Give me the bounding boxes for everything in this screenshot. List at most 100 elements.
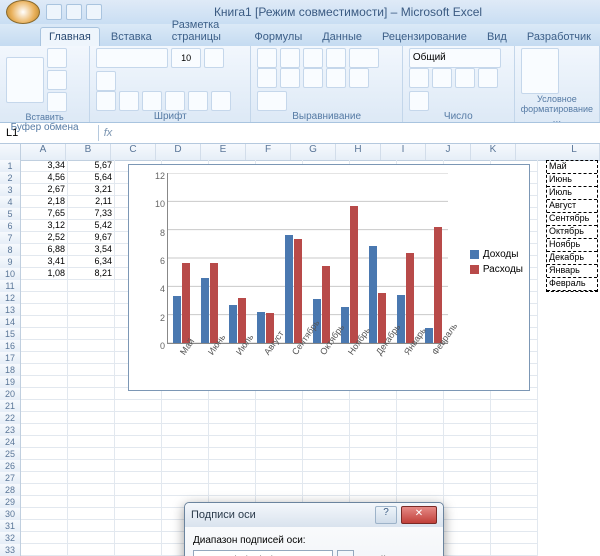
cell[interactable]	[115, 448, 162, 460]
cell[interactable]	[491, 544, 538, 556]
cell[interactable]	[397, 436, 444, 448]
cell[interactable]	[21, 484, 68, 496]
cell[interactable]	[21, 316, 68, 328]
cell[interactable]	[303, 448, 350, 460]
cell[interactable]	[21, 340, 68, 352]
cell[interactable]	[444, 472, 491, 484]
cell[interactable]	[115, 460, 162, 472]
indent-inc-icon[interactable]	[349, 68, 369, 88]
comma-icon[interactable]	[455, 68, 475, 88]
range-cell[interactable]: Август	[547, 200, 597, 213]
percent-icon[interactable]	[432, 68, 452, 88]
cell[interactable]	[397, 472, 444, 484]
cell[interactable]	[21, 472, 68, 484]
cell[interactable]	[256, 448, 303, 460]
cell[interactable]	[68, 544, 115, 556]
cell[interactable]	[256, 472, 303, 484]
named-range-selection[interactable]: МайИюньИюльАвгустСентябрьОктябрьНоябрьДе…	[546, 160, 598, 292]
cell[interactable]	[68, 484, 115, 496]
col-header[interactable]: F	[246, 144, 291, 160]
fx-icon[interactable]: fx	[99, 127, 117, 139]
range-cell[interactable]: Январь	[547, 265, 597, 278]
redo-icon[interactable]	[86, 4, 102, 20]
font-family-select[interactable]	[96, 48, 168, 68]
cell[interactable]	[256, 412, 303, 424]
bold-icon[interactable]	[96, 91, 116, 111]
cell[interactable]: 3,21	[68, 184, 115, 196]
indent-dec-icon[interactable]	[326, 68, 346, 88]
merge-icon[interactable]	[257, 91, 287, 111]
cell[interactable]	[115, 400, 162, 412]
tab-data[interactable]: Данные	[313, 27, 371, 46]
cell[interactable]	[303, 472, 350, 484]
cell[interactable]	[115, 472, 162, 484]
cell[interactable]	[162, 472, 209, 484]
cell[interactable]: 4,56	[21, 172, 68, 184]
cell[interactable]	[303, 400, 350, 412]
cell[interactable]	[21, 400, 68, 412]
tab-home[interactable]: Главная	[40, 27, 100, 46]
cell[interactable]: 7,65	[21, 208, 68, 220]
cell[interactable]	[68, 496, 115, 508]
cell[interactable]	[491, 484, 538, 496]
cell[interactable]: 5,64	[68, 172, 115, 184]
cell[interactable]	[115, 532, 162, 544]
worksheet[interactable]: ABCDEFGHIJK L 13,345,6724,565,6432,673,2…	[0, 144, 600, 556]
cell[interactable]	[209, 400, 256, 412]
cell[interactable]	[303, 412, 350, 424]
cell[interactable]	[68, 328, 115, 340]
undo-icon[interactable]	[66, 4, 82, 20]
cell[interactable]	[162, 400, 209, 412]
cell[interactable]	[256, 424, 303, 436]
col-header[interactable]: A	[21, 144, 66, 160]
cut-icon[interactable]	[47, 48, 67, 68]
col-header[interactable]: C	[111, 144, 156, 160]
cell[interactable]: 2,52	[21, 232, 68, 244]
save-icon[interactable]	[46, 4, 62, 20]
cell[interactable]	[209, 436, 256, 448]
cell[interactable]	[256, 460, 303, 472]
col-header[interactable]: I	[381, 144, 426, 160]
cell[interactable]	[303, 424, 350, 436]
cell[interactable]	[21, 412, 68, 424]
axis-range-input[interactable]	[193, 550, 333, 556]
cell[interactable]	[209, 424, 256, 436]
border-icon[interactable]	[165, 91, 185, 111]
align-top-icon[interactable]	[257, 48, 277, 68]
align-right-icon[interactable]	[303, 68, 323, 88]
cell[interactable]	[209, 460, 256, 472]
cell[interactable]	[21, 364, 68, 376]
cell[interactable]	[115, 544, 162, 556]
cell[interactable]	[209, 484, 256, 496]
cell[interactable]	[350, 424, 397, 436]
cell[interactable]	[209, 412, 256, 424]
cell[interactable]: 2,11	[68, 196, 115, 208]
cell[interactable]: 5,67	[68, 160, 115, 172]
number-format-select[interactable]: Общий	[409, 48, 501, 68]
font-size-select[interactable]: 10	[171, 48, 201, 68]
dec-decimal-icon[interactable]	[409, 91, 429, 111]
cell[interactable]	[397, 424, 444, 436]
underline-icon[interactable]	[142, 91, 162, 111]
cell[interactable]	[115, 508, 162, 520]
cell[interactable]	[444, 484, 491, 496]
paste-button[interactable]	[6, 57, 44, 103]
cell[interactable]	[444, 460, 491, 472]
cell[interactable]	[68, 460, 115, 472]
cell[interactable]	[303, 460, 350, 472]
format-painter-icon[interactable]	[47, 92, 67, 112]
name-box[interactable]: L1	[0, 125, 99, 141]
cell[interactable]: 9,67	[68, 232, 115, 244]
grow-font-icon[interactable]	[204, 48, 224, 68]
cell[interactable]	[256, 436, 303, 448]
cell[interactable]: 7,33	[68, 208, 115, 220]
cell[interactable]	[21, 352, 68, 364]
cell[interactable]	[491, 508, 538, 520]
cell[interactable]: 6,34	[68, 256, 115, 268]
cell[interactable]	[444, 436, 491, 448]
cell[interactable]	[444, 496, 491, 508]
cell[interactable]	[397, 412, 444, 424]
cell[interactable]	[115, 520, 162, 532]
cell[interactable]	[21, 280, 68, 292]
cell[interactable]	[444, 424, 491, 436]
